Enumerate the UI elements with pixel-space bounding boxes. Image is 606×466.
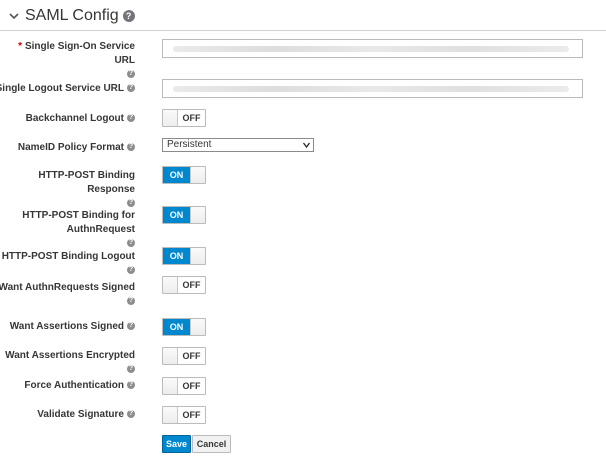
post-binding-authn-toggle[interactable]: ON <box>162 206 206 224</box>
want-assertions-encrypted-label: Want Assertions Encrypted? <box>5 350 135 374</box>
required-marker: * <box>18 41 22 52</box>
slo-url-input[interactable] <box>162 79 583 98</box>
slo-url-label: Single Logout Service URL? <box>0 83 135 94</box>
want-authn-signed-label: Want AuthnRequests Signed ? <box>0 282 135 306</box>
switch-knob <box>190 319 205 335</box>
validate-signature-toggle[interactable]: OFF <box>162 406 206 424</box>
question-circle-icon[interactable]: ? <box>127 381 135 390</box>
sso-url-label: * Single Sign-On Service URL ? <box>18 41 135 79</box>
post-binding-logout-label: HTTP-POST Binding Logout? <box>1 251 135 275</box>
force-authentication-label: Force Authentication? <box>24 380 135 391</box>
nameid-policy-select[interactable]: Persistent <box>162 138 314 152</box>
saml-config-header[interactable]: SAML Config ? <box>8 5 135 27</box>
switch-knob <box>163 348 178 364</box>
question-circle-icon[interactable]: ? <box>127 266 135 275</box>
question-circle-icon[interactable]: ? <box>127 239 135 248</box>
switch-knob <box>163 277 178 293</box>
switch-knob <box>163 378 178 394</box>
nameid-policy-label: NameID Policy Format? <box>17 142 135 153</box>
save-button[interactable]: Save <box>162 435 191 453</box>
sso-url-input[interactable] <box>162 39 583 58</box>
redacted-url-value <box>173 46 569 52</box>
chevron-down-icon <box>303 142 310 148</box>
switch-knob <box>190 248 205 264</box>
want-assertions-signed-toggle[interactable]: ON <box>162 318 206 336</box>
question-circle-icon[interactable]: ? <box>127 84 135 93</box>
redacted-url-value <box>173 86 569 92</box>
want-assertions-signed-label: Want Assertions Signed? <box>9 321 135 332</box>
section-title: SAML Config <box>25 7 119 24</box>
post-binding-authn-label: HTTP-POST Binding for AuthnRequest ? <box>22 210 135 248</box>
post-binding-logout-toggle[interactable]: ON <box>162 247 206 265</box>
switch-knob <box>190 167 205 183</box>
validate-signature-label: Validate Signature? <box>37 409 135 420</box>
post-binding-response-label: HTTP-POST Binding Response ? <box>38 170 135 208</box>
select-value: Persistent <box>167 139 212 150</box>
question-circle-icon[interactable]: ? <box>127 199 135 208</box>
question-circle-icon[interactable]: ? <box>127 114 135 123</box>
question-circle-icon[interactable]: ? <box>127 322 135 331</box>
want-assertions-encrypted-toggle[interactable]: OFF <box>162 347 206 365</box>
question-circle-icon[interactable]: ? <box>127 410 135 419</box>
cancel-button[interactable]: Cancel <box>192 435 231 453</box>
switch-knob <box>163 407 178 423</box>
backchannel-logout-toggle[interactable]: OFF <box>162 109 206 127</box>
force-authentication-toggle[interactable]: OFF <box>162 377 206 395</box>
question-circle-icon[interactable]: ? <box>127 143 135 152</box>
backchannel-logout-label: Backchannel Logout? <box>25 113 135 124</box>
switch-knob <box>190 207 205 223</box>
section-divider <box>0 30 606 31</box>
question-circle-icon[interactable]: ? <box>127 365 135 374</box>
want-authn-signed-toggle[interactable]: OFF <box>162 276 206 294</box>
chevron-down-icon[interactable] <box>8 10 20 22</box>
question-circle-icon[interactable]: ? <box>127 70 135 79</box>
switch-knob <box>163 110 178 126</box>
post-binding-response-toggle[interactable]: ON <box>162 166 206 184</box>
question-circle-icon[interactable]: ? <box>127 297 135 306</box>
question-circle-icon[interactable]: ? <box>122 10 135 22</box>
